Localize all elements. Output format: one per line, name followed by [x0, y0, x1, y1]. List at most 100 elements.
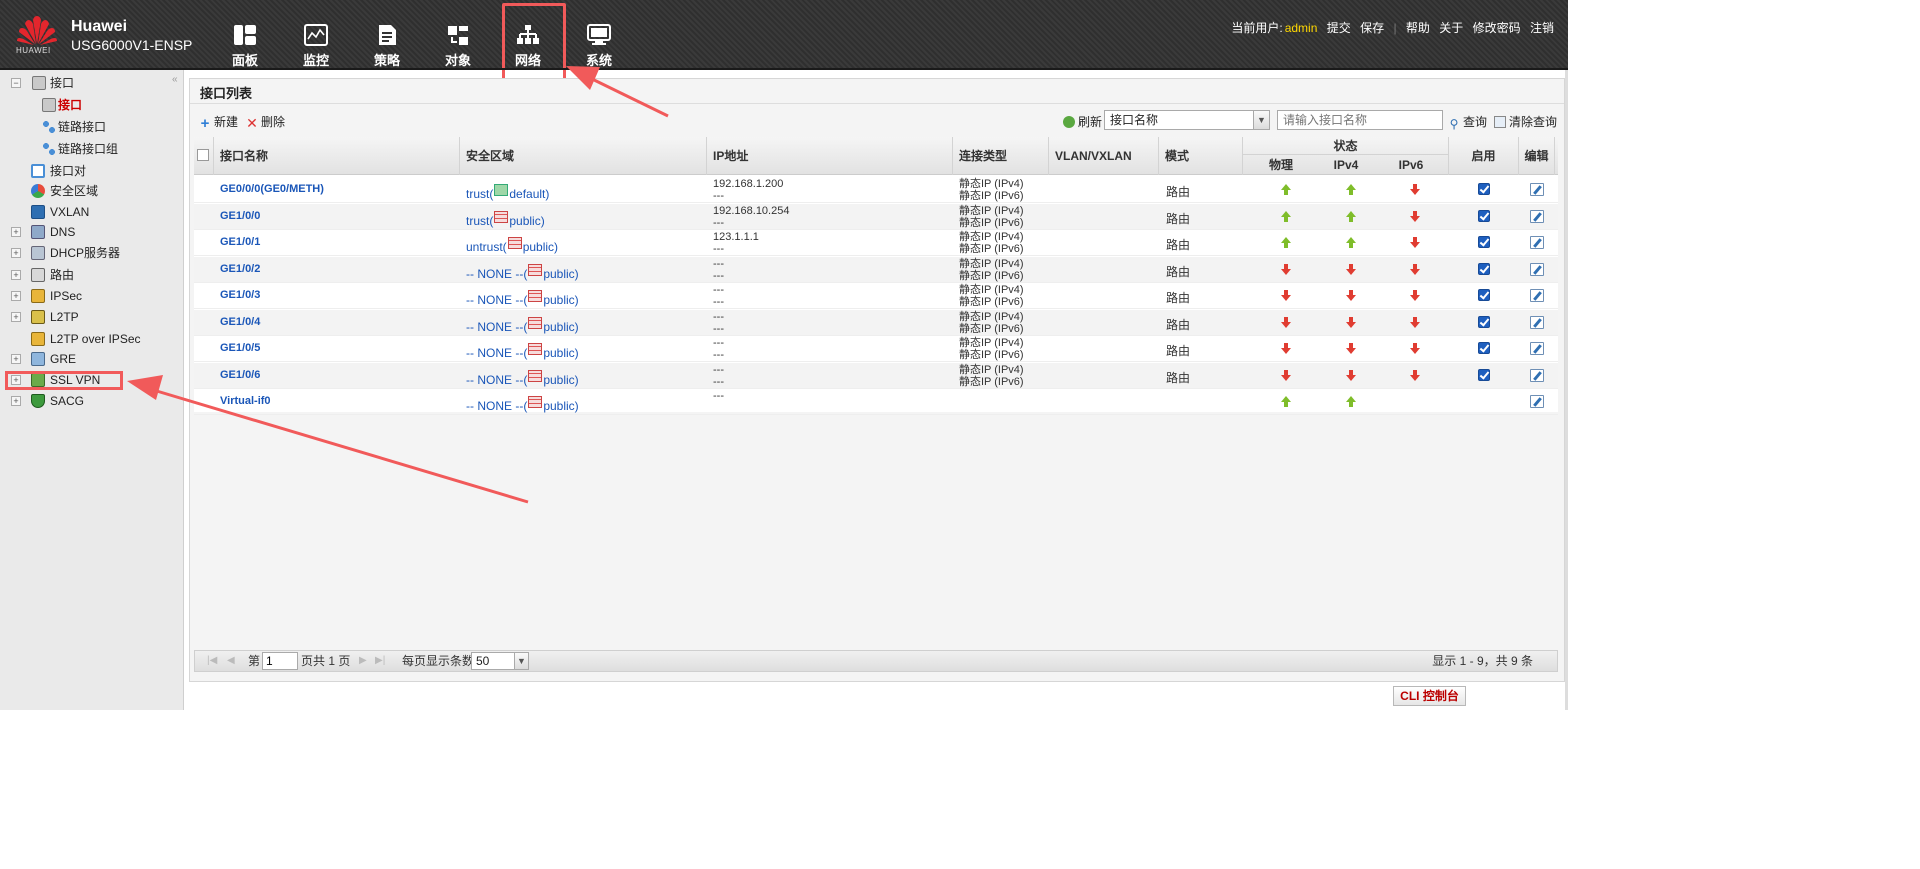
page-number-input[interactable] [262, 652, 298, 670]
edit-icon[interactable] [1530, 289, 1544, 302]
interface-name-link[interactable]: GE1/0/6 [220, 369, 260, 381]
route-icon [31, 268, 45, 282]
security-zone-link[interactable]: -- NONE --(public) [466, 263, 579, 281]
table-row[interactable]: Virtual-if0 -- NONE --(public) --- [194, 389, 1558, 415]
change-password-link[interactable]: 修改密码 [1473, 21, 1521, 35]
about-link[interactable]: 关于 [1439, 21, 1463, 35]
nav-system[interactable]: 系统 [571, 20, 627, 68]
security-zone-link[interactable]: -- NONE --(public) [466, 396, 579, 413]
help-link[interactable]: 帮助 [1406, 21, 1430, 35]
connection-type: 静态IP (IPv4) [959, 310, 1024, 323]
dashboard-icon [234, 25, 256, 45]
edit-icon[interactable] [1530, 236, 1544, 249]
edit-icon[interactable] [1530, 183, 1544, 196]
table-row[interactable]: GE1/0/5 -- NONE --(public) --- --- 静态IP (IPv… [194, 336, 1558, 362]
security-zone-link[interactable]: untrust(public) [466, 237, 558, 254]
per-page-value: 50 [476, 654, 490, 668]
table-row[interactable]: GE0/0/0(GE0/METH) trust(default) 192.168.1… [194, 177, 1558, 203]
expand-icon[interactable]: + [11, 354, 21, 364]
expand-icon[interactable]: + [11, 227, 21, 237]
expand-icon[interactable]: + [11, 396, 21, 406]
submit-link[interactable]: 提交 [1327, 21, 1351, 35]
collapse-icon[interactable]: − [11, 78, 21, 88]
column-header-ip[interactable]: IP地址 [707, 137, 953, 175]
security-zone-link[interactable]: trust(public) [466, 210, 545, 228]
interface-name-link[interactable]: GE1/0/5 [220, 342, 260, 354]
security-zone-link[interactable]: -- NONE --(public) [466, 369, 579, 387]
enable-checkbox[interactable] [1478, 236, 1490, 248]
enable-checkbox[interactable] [1478, 368, 1490, 381]
security-zone-link[interactable]: -- NONE --(public) [466, 343, 579, 360]
filter-field-select[interactable]: 接口名称 ▼ [1104, 110, 1270, 130]
edit-icon[interactable] [1530, 342, 1544, 355]
expand-icon[interactable]: + [11, 312, 21, 322]
column-header-mode[interactable]: 模式 [1159, 137, 1243, 175]
interface-name-link[interactable]: GE1/0/3 [220, 289, 260, 301]
edit-icon[interactable] [1530, 209, 1544, 223]
connection-type: 静态IP (IPv4) [959, 363, 1024, 376]
interface-name-link[interactable]: Virtual-if0 [220, 395, 271, 407]
edit-icon[interactable] [1530, 315, 1544, 329]
query-button[interactable]: ⚲ 查询 [1448, 113, 1487, 131]
table-row[interactable]: GE1/0/2 -- NONE --(public) --- --- 静态IP (IPv… [194, 256, 1558, 283]
interface-name-link[interactable]: GE1/0/4 [220, 316, 260, 328]
chevron-down-icon[interactable]: ▼ [1253, 111, 1269, 129]
column-header-vlan[interactable]: VLAN/VXLAN [1049, 137, 1159, 175]
nav-label: 系统 [585, 53, 612, 68]
expand-icon[interactable]: + [11, 270, 21, 280]
save-link[interactable]: 保存 [1360, 21, 1384, 35]
edit-icon[interactable] [1530, 262, 1544, 276]
enable-checkbox[interactable] [1478, 342, 1490, 354]
enable-checkbox[interactable] [1478, 209, 1490, 222]
next-page-icon[interactable]: ▶ [359, 654, 367, 668]
interface-name-link[interactable]: GE0/0/0(GE0/METH) [220, 183, 324, 195]
per-page-label: 每页显示条数 [402, 654, 475, 668]
refresh-button[interactable]: 刷新 [1063, 113, 1102, 131]
chevron-down-icon[interactable]: ▼ [514, 653, 528, 669]
select-all-checkbox[interactable] [197, 149, 209, 161]
nav-object[interactable]: 对象 [430, 20, 486, 68]
nav-monitor[interactable]: 监控 [288, 20, 344, 68]
zone-name: -- NONE --( [466, 266, 528, 281]
new-button[interactable]: + 新建 [199, 113, 238, 131]
enable-checkbox[interactable] [1478, 315, 1490, 328]
expand-icon[interactable]: + [11, 291, 21, 301]
expand-icon[interactable]: + [11, 248, 21, 258]
plus-icon: + [200, 115, 210, 132]
collapse-sidebar-icon[interactable]: « [172, 74, 178, 85]
enable-checkbox[interactable] [1478, 262, 1490, 275]
interface-name-link[interactable]: GE1/0/0 [220, 210, 260, 222]
interface-name-link[interactable]: GE1/0/1 [220, 236, 260, 248]
nav-dashboard[interactable]: 面板 [217, 20, 273, 68]
column-header-name[interactable]: 接口名称 [214, 137, 460, 175]
table-row[interactable]: GE1/0/1 untrust(public) 123.1.1.1 --- 静态IP (… [194, 230, 1558, 256]
table-row[interactable]: GE1/0/0 trust(public) 192.168.10.254 --- 静态I… [194, 203, 1558, 230]
security-zone-link[interactable]: -- NONE --(public) [466, 290, 579, 307]
edit-icon[interactable] [1530, 395, 1544, 408]
scrollbar[interactable] [1565, 70, 1568, 710]
delete-button[interactable]: ✕ 删除 [246, 113, 285, 131]
mode-cell: 路由 [1166, 344, 1191, 358]
security-zone-link[interactable]: trust(default) [466, 184, 549, 201]
table-row[interactable]: GE1/0/3 -- NONE --(public) --- --- 静态IP (IPv… [194, 283, 1558, 309]
cli-console-button[interactable]: CLI 控制台 [1393, 686, 1466, 706]
logout-link[interactable]: 注销 [1530, 21, 1554, 35]
table-row[interactable]: GE1/0/4 -- NONE --(public) --- --- 静态IP (IPv… [194, 309, 1558, 336]
per-page-select[interactable]: 50 ▼ [471, 652, 529, 670]
search-input[interactable] [1277, 110, 1443, 130]
enable-checkbox[interactable] [1478, 289, 1490, 301]
gre-icon [31, 352, 45, 366]
interface-name-link[interactable]: GE1/0/2 [220, 263, 260, 275]
enable-checkbox[interactable] [1478, 183, 1490, 195]
security-zone-link[interactable]: -- NONE --(public) [466, 316, 579, 334]
edit-icon[interactable] [1530, 368, 1544, 382]
clear-query-button[interactable]: 清除查询 [1494, 113, 1557, 131]
table-row[interactable]: GE1/0/6 -- NONE --(public) --- --- 静态IP (IPv… [194, 362, 1558, 389]
last-page-icon[interactable]: ▶| [375, 654, 385, 668]
column-header-zone[interactable]: 安全区域 [460, 137, 707, 175]
column-header-conn-type[interactable]: 连接类型 [953, 137, 1049, 175]
first-page-icon[interactable]: |◀ [207, 654, 217, 668]
nav-policy[interactable]: 策略 [359, 20, 415, 68]
prev-page-icon[interactable]: ◀ [227, 654, 235, 668]
clear-query-label: 清除查询 [1509, 115, 1558, 129]
